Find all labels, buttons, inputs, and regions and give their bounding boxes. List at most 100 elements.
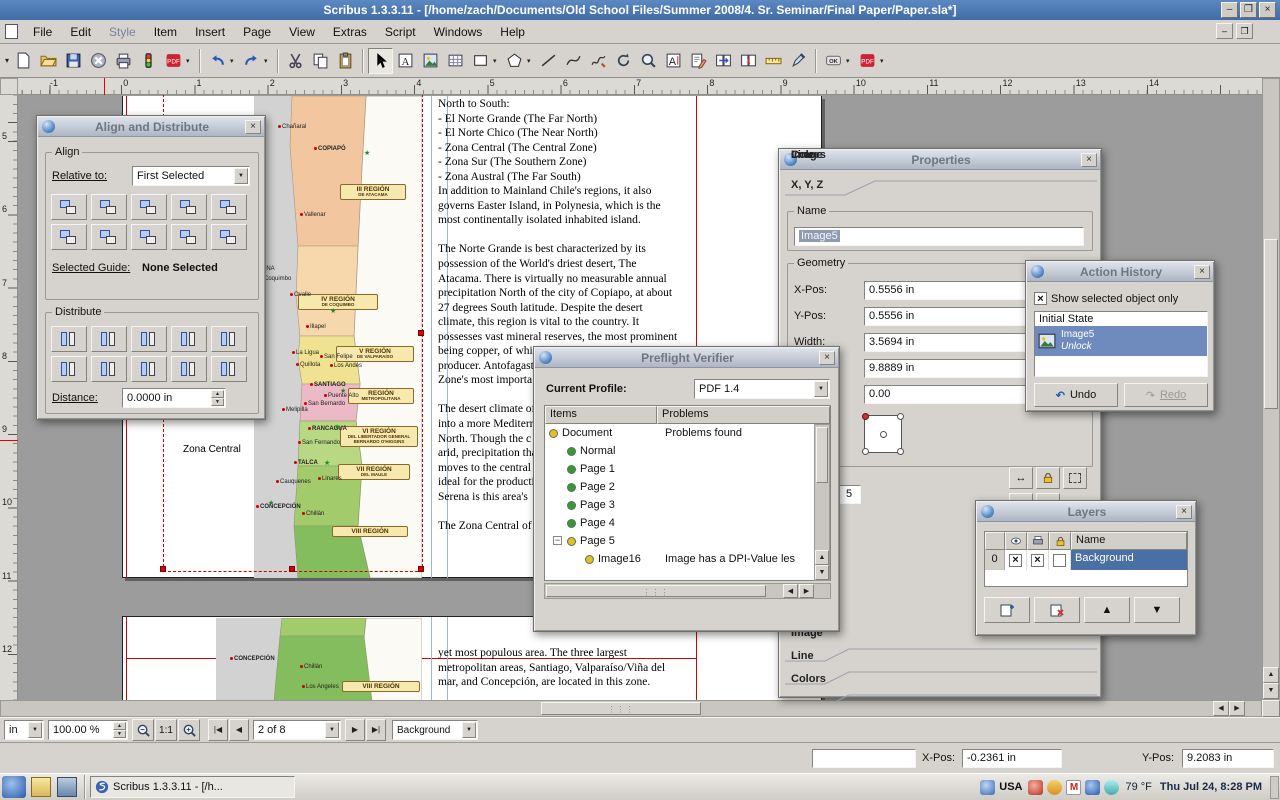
relative-to-select[interactable]: First Selected — [132, 166, 250, 186]
print-document-button[interactable] — [111, 48, 136, 74]
zoom-out-button[interactable] — [132, 719, 154, 741]
distance-spinner[interactable]: 0.0000 in — [122, 388, 226, 408]
vertical-scrollbar[interactable]: ▲ ▼ — [1262, 78, 1280, 700]
preflight-vertical-scrollbar[interactable]: ▲ ▼ — [814, 424, 830, 581]
klipper-tray-icon[interactable] — [980, 780, 995, 795]
center-on-vertical-axis[interactable] — [131, 194, 167, 220]
select-item-tool[interactable] — [368, 48, 393, 74]
redo-button[interactable]: ↷Redo — [1124, 383, 1208, 407]
distribute-bottom-sides[interactable] — [131, 356, 167, 382]
raise-layer-button[interactable]: ▲ — [1084, 597, 1130, 623]
properties-bottom-tab[interactable]: Colors — [791, 149, 826, 161]
close-icon[interactable] — [1194, 265, 1210, 279]
copy-button[interactable] — [308, 48, 333, 74]
center-on-horizontal-axis[interactable] — [131, 224, 167, 250]
page-select[interactable]: 2 of 8 — [253, 720, 341, 740]
scroll-down-icon[interactable]: ▼ — [1263, 683, 1279, 699]
name-input[interactable]: Image5 — [794, 227, 1084, 246]
last-page-button[interactable]: ▶| — [366, 719, 386, 741]
undo-button[interactable]: ↶Undo — [1034, 383, 1118, 407]
measurements-tool[interactable] — [761, 48, 786, 74]
panel-hide-handle[interactable] — [1270, 776, 1279, 799]
menubar-item[interactable]: Edit — [61, 22, 100, 42]
document-icon[interactable] — [5, 24, 18, 39]
preflight-verifier-button[interactable] — [136, 48, 161, 74]
align-right[interactable] — [171, 194, 207, 220]
zoom-in-button[interactable] — [178, 719, 200, 741]
problems-column-header[interactable]: Problems — [657, 406, 830, 424]
mdi-minimize-button[interactable]: – — [1216, 23, 1233, 39]
menubar-item[interactable]: Windows — [425, 22, 492, 42]
weather-tray-icon[interactable] — [1047, 780, 1062, 795]
toolbar-handle-icon[interactable]: ▾ — [5, 56, 9, 65]
align-left-edges[interactable] — [51, 194, 87, 220]
clock[interactable]: Thu Jul 24, 8:28 PM — [1160, 781, 1262, 793]
selection-handle[interactable] — [160, 566, 166, 572]
close-icon[interactable] — [819, 351, 835, 365]
chile-map-image-frame[interactable]: VIII REGIÓN CONCEPCIÓN Chillán Los Angel… — [216, 618, 422, 700]
menubar-item[interactable]: Help — [491, 22, 534, 42]
menubar-item[interactable]: Script — [376, 22, 425, 42]
menubar-item[interactable]: Extras — [324, 22, 376, 42]
horizontal-ruler[interactable]: -101234567891011121314 — [18, 78, 1262, 95]
distribute-top-sides[interactable] — [51, 356, 87, 382]
eyedropper-tool[interactable] — [786, 48, 811, 74]
pdf-tools-dropdown-icon[interactable]: ▾ — [880, 57, 889, 65]
menubar-item[interactable]: Style — [100, 22, 145, 42]
scrollbar-thumb[interactable] — [816, 427, 828, 483]
zoom-tool[interactable] — [636, 48, 661, 74]
new-document-button[interactable] — [11, 48, 36, 74]
weather-temperature[interactable]: 79 °F — [1125, 781, 1151, 793]
tab-line[interactable]: Line — [791, 650, 814, 662]
polygon-dropdown-icon[interactable]: ▾ — [527, 57, 536, 65]
undo-dropdown-icon[interactable]: ▾ — [230, 57, 239, 65]
insert-shape-tool[interactable] — [468, 48, 493, 74]
open-document-button[interactable] — [36, 48, 61, 74]
preflight-tree-row[interactable]: Document Problems found — [545, 424, 830, 442]
insert-freehand-tool[interactable] — [586, 48, 611, 74]
link-text-frames-tool[interactable] — [711, 48, 736, 74]
horizontal-scrollbar[interactable]: ⋮⋮⋮ ◀ ▶ — [0, 700, 1262, 717]
desktop-launcher-icon[interactable] — [57, 777, 77, 797]
lower-layer-button[interactable]: ▼ — [1134, 597, 1180, 623]
scrollbar-thumb[interactable]: ⋮⋮⋮ — [546, 585, 766, 597]
export-pdf-button[interactable]: PDF — [161, 48, 186, 74]
scroll-left-icon[interactable]: ◀ — [783, 584, 798, 598]
story-editor-tool[interactable] — [686, 48, 711, 74]
dialog-titlebar[interactable]: Layers — [977, 502, 1195, 522]
distribute-x[interactable] — [211, 326, 247, 352]
status-message-field[interactable] — [812, 749, 916, 768]
align-top[interactable] — [91, 224, 127, 250]
window-titlebar[interactable]: Scribus 1.3.3.11 - [/home/zach/Documents… — [0, 0, 1280, 20]
pdf-tools-button[interactable]: PDF — [855, 48, 880, 74]
redo-button[interactable] — [239, 48, 264, 74]
make-vertical-gaps-equal[interactable] — [171, 356, 207, 382]
history-item-selected[interactable]: Image5 Unlock — [1035, 326, 1207, 356]
profile-select[interactable]: PDF 1.4 — [694, 379, 830, 399]
gmail-tray-icon[interactable]: M — [1066, 780, 1081, 795]
flip-horizontal-button[interactable]: ↔ — [1009, 467, 1033, 489]
menubar-item[interactable]: Item — [145, 22, 186, 42]
menubar-item[interactable]: View — [280, 22, 324, 42]
lock-size-button[interactable] — [1063, 467, 1087, 489]
close-icon[interactable] — [1081, 153, 1097, 167]
mixer-tray-icon[interactable] — [1104, 780, 1119, 795]
cut-button[interactable] — [283, 48, 308, 74]
close-icon[interactable] — [1176, 505, 1192, 519]
basepoint-widget[interactable] — [864, 415, 902, 453]
keyboard-layout-indicator[interactable]: USA — [999, 781, 1022, 793]
rotate-item-tool[interactable] — [611, 48, 636, 74]
first-page-button[interactable]: |◀ — [208, 719, 228, 741]
undo-button[interactable] — [205, 48, 230, 74]
align-bottom[interactable] — [171, 224, 207, 250]
window-minimize-button[interactable]: – — [1221, 2, 1238, 18]
history-list[interactable]: Initial State Image5 Unlock — [1034, 311, 1208, 377]
preflight-tree-row[interactable]: Image16 Image has a DPI-Value les — [545, 550, 830, 568]
close-document-button[interactable] — [86, 48, 111, 74]
scroll-up-icon[interactable]: ▲ — [815, 550, 829, 565]
layer-visible-cell[interactable] — [1005, 550, 1027, 570]
insert-table-tool[interactable] — [443, 48, 468, 74]
window-maximize-button[interactable]: ❐ — [1240, 2, 1257, 18]
vertical-ruler[interactable]: 56789101112 — [0, 95, 18, 700]
scroll-up-icon[interactable]: ▲ — [1263, 667, 1279, 683]
